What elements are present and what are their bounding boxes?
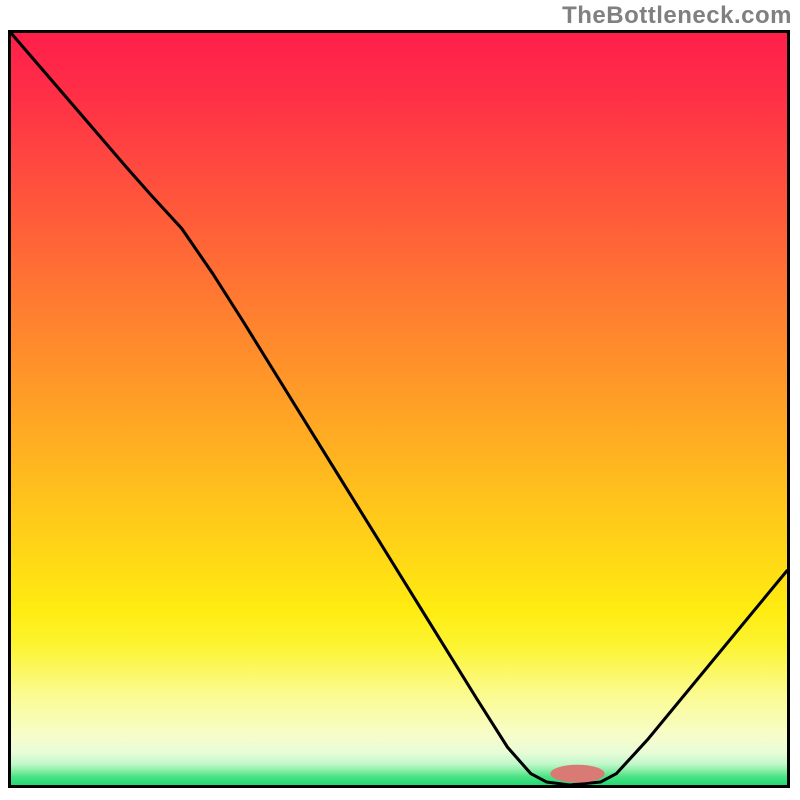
- chart-container: TheBottleneck.com: [0, 0, 800, 800]
- plot-svg: [11, 33, 787, 785]
- optimal-marker: [550, 765, 604, 783]
- gradient-background: [11, 33, 787, 785]
- watermark-text: TheBottleneck.com: [562, 2, 792, 30]
- plot-area: [8, 30, 790, 788]
